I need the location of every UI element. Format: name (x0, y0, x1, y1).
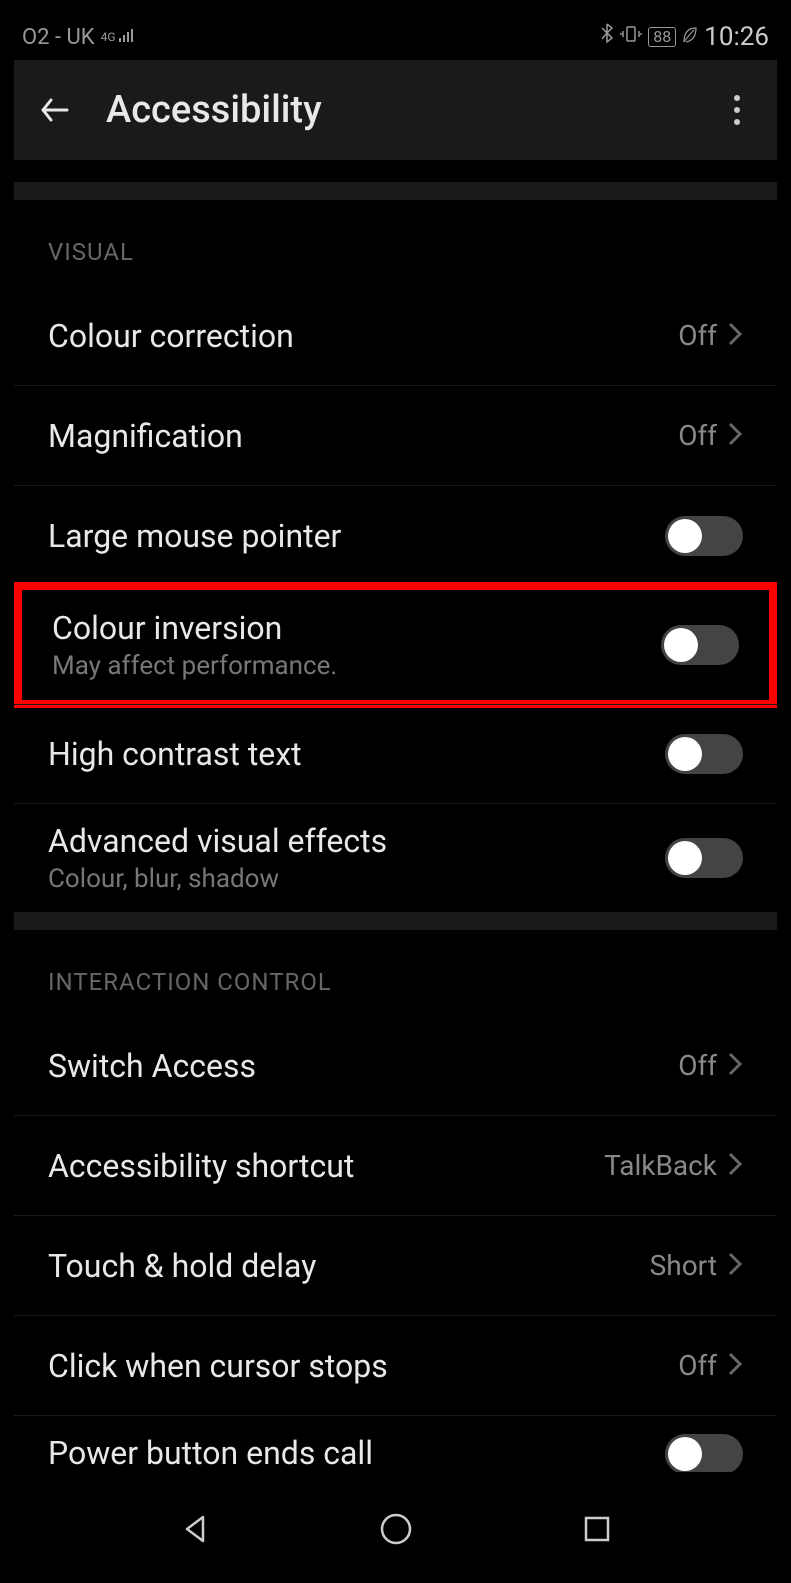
status-bar: O2 - UK 4G 88 10:26 (14, 14, 777, 60)
more-options-button[interactable] (717, 95, 757, 125)
row-value: Short (650, 1249, 717, 1282)
row-title: Accessibility shortcut (48, 1147, 604, 1185)
chevron-right-icon (727, 321, 743, 351)
section-divider (14, 912, 777, 930)
carrier-label: O2 - UK (22, 25, 95, 50)
toggle-colour-inversion[interactable] (661, 625, 739, 665)
row-title: Advanced visual effects (48, 822, 665, 860)
leaf-icon (682, 25, 698, 50)
row-title: Click when cursor stops (48, 1347, 678, 1385)
row-colour-inversion[interactable]: Colour inversion May affect performance. (22, 590, 769, 700)
chevron-right-icon (727, 1151, 743, 1181)
row-touch-hold-delay[interactable]: Touch & hold delay Short (14, 1216, 777, 1316)
page-title: Accessibility (106, 88, 717, 132)
row-accessibility-shortcut[interactable]: Accessibility shortcut TalkBack (14, 1116, 777, 1216)
clock-label: 10:26 (704, 22, 769, 52)
highlight-annotation: Colour inversion May affect performance. (14, 582, 777, 708)
row-title: Switch Access (48, 1047, 678, 1085)
row-subtitle: May affect performance. (52, 651, 661, 681)
row-colour-correction[interactable]: Colour correction Off (14, 286, 777, 386)
row-click-when-cursor-stops[interactable]: Click when cursor stops Off (14, 1316, 777, 1416)
row-switch-access[interactable]: Switch Access Off (14, 1016, 777, 1116)
nav-home-button[interactable] (376, 1509, 416, 1549)
row-title: Touch & hold delay (48, 1247, 650, 1285)
toggle-power-button-ends-call[interactable] (665, 1434, 743, 1472)
network-badge: 4G (101, 31, 116, 43)
chevron-right-icon (727, 421, 743, 451)
row-subtitle: Colour, blur, shadow (48, 864, 665, 894)
row-power-button-ends-call[interactable]: Power button ends call (14, 1416, 777, 1472)
row-high-contrast-text[interactable]: High contrast text (14, 704, 777, 804)
row-value: Off (678, 1049, 717, 1082)
row-magnification[interactable]: Magnification Off (14, 386, 777, 486)
toggle-advanced-visual-effects[interactable] (665, 838, 743, 878)
section-divider (14, 182, 777, 200)
row-value: TalkBack (604, 1149, 717, 1182)
row-advanced-visual-effects[interactable]: Advanced visual effects Colour, blur, sh… (14, 804, 777, 912)
chevron-right-icon (727, 1351, 743, 1381)
row-title: Magnification (48, 417, 678, 455)
row-title: Power button ends call (48, 1434, 665, 1472)
bluetooth-icon (600, 23, 614, 51)
back-button[interactable] (34, 89, 76, 131)
app-bar: Accessibility (14, 60, 777, 160)
row-title: High contrast text (48, 735, 665, 773)
nav-recent-button[interactable] (577, 1509, 617, 1549)
row-value: Off (678, 1349, 717, 1382)
signal-icon (118, 25, 136, 50)
battery-icon: 88 (648, 27, 676, 47)
row-title: Large mouse pointer (48, 517, 665, 555)
nav-back-button[interactable] (175, 1509, 215, 1549)
toggle-high-contrast-text[interactable] (665, 734, 743, 774)
vibrate-icon (620, 23, 642, 51)
row-title: Colour correction (48, 317, 678, 355)
section-header-visual: VISUAL (14, 200, 777, 286)
chevron-right-icon (727, 1051, 743, 1081)
row-value: Off (678, 319, 717, 352)
chevron-right-icon (727, 1251, 743, 1281)
row-title: Colour inversion (52, 609, 661, 647)
row-value: Off (678, 419, 717, 452)
row-large-mouse-pointer[interactable]: Large mouse pointer (14, 486, 777, 586)
system-nav-bar (14, 1489, 777, 1569)
settings-list[interactable]: VISUAL Colour correction Off Magnificati… (14, 160, 777, 1489)
section-header-interaction: INTERACTION CONTROL (14, 930, 777, 1016)
toggle-large-mouse-pointer[interactable] (665, 516, 743, 556)
